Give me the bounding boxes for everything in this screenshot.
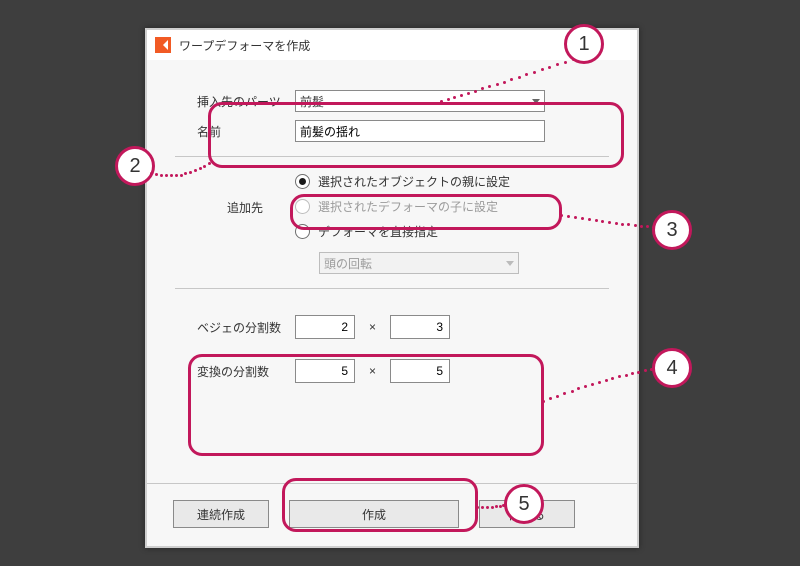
callout-2: 2 [115,146,155,186]
callout-3: 3 [652,210,692,250]
conv-y-input[interactable] [390,359,450,383]
times-symbol: × [355,320,390,334]
radio-direct-label: デフォーマを直接指定 [318,223,438,240]
chevron-down-icon [506,261,514,266]
radio-child[interactable]: 選択されたデフォーマの子に設定 [295,194,609,219]
radio-child-label: 選択されたデフォーマの子に設定 [318,198,498,215]
row-conv: 変換の分割数 × [175,349,609,393]
radio-icon [295,199,310,214]
chevron-down-icon [532,99,540,104]
continuous-create-button[interactable]: 連続作成 [173,500,269,528]
destination-label: 追加先 [227,199,263,216]
divider [175,156,609,157]
conv-x-input[interactable] [295,359,355,383]
app-icon [155,37,171,53]
radio-parent[interactable]: 選択されたオブジェクトの親に設定 [295,169,609,194]
bezier-x-input[interactable] [295,315,355,339]
insert-target-select[interactable]: 前髪 [295,90,545,112]
callout-4: 4 [652,348,692,388]
radio-icon [295,174,310,189]
radio-direct[interactable]: デフォーマを直接指定 [295,219,609,244]
name-label: 名前 [175,123,295,140]
insert-target-value: 前髪 [300,93,532,110]
row-name: 名前 [175,120,609,142]
bezier-y-input[interactable] [390,315,450,339]
callout-1: 1 [564,24,604,64]
button-bar: 連続作成 作成 閉じる [147,483,637,528]
insert-target-label: 挿入先のパーツ [175,93,295,110]
grid-block: ベジェの分割数 × 変換の分割数 × [175,301,609,397]
callout-5: 5 [504,484,544,524]
create-warp-deformer-dialog: ワープデフォーマを作成 挿入先のパーツ 前髪 名前 追加先 選択されたオブジェク… [145,28,639,548]
row-insert-target: 挿入先のパーツ 前髪 [175,90,609,112]
radio-parent-label: 選択されたオブジェクトの親に設定 [318,173,510,190]
radio-icon [295,224,310,239]
direct-deformer-value: 頭の回転 [324,255,506,272]
bezier-label: ベジェの分割数 [175,319,295,336]
times-symbol: × [355,364,390,378]
row-bezier: ベジェの分割数 × [175,305,609,349]
divider [175,288,609,289]
direct-deformer-select: 頭の回転 [319,252,519,274]
destination-block: 追加先 選択されたオブジェクトの親に設定 選択されたデフォーマの子に設定 デフォ… [175,169,609,274]
conv-label: 変換の分割数 [175,363,295,380]
dialog-title: ワープデフォーマを作成 [179,37,310,54]
name-input[interactable] [295,120,545,142]
create-button[interactable]: 作成 [289,500,459,528]
